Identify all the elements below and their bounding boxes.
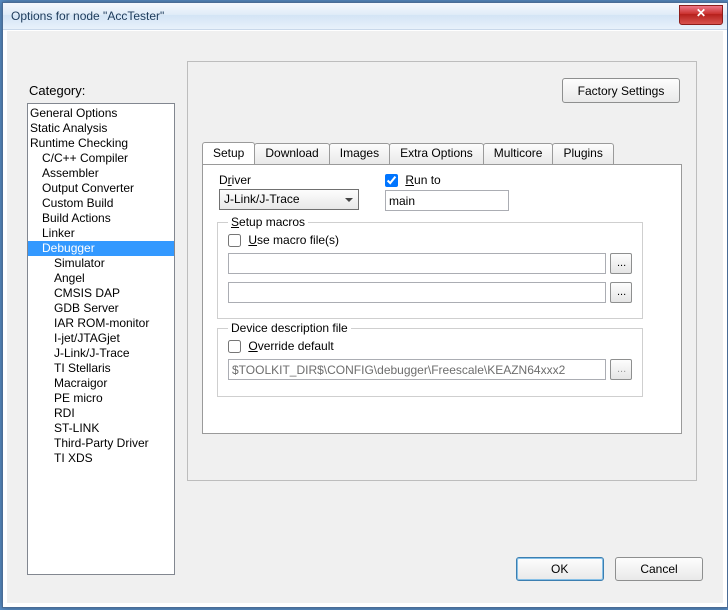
content: Category: General OptionsStatic Analysis… [23, 55, 707, 587]
category-item[interactable]: Macraigor [28, 376, 174, 391]
category-item[interactable]: Angel [28, 271, 174, 286]
category-item[interactable]: TI Stellaris [28, 361, 174, 376]
use-macro-label[interactable]: Use macro file(s) [248, 233, 339, 247]
ddf-fieldset: Device description file Override default… [217, 321, 643, 397]
category-item[interactable]: IAR ROM-monitor [28, 316, 174, 331]
dialog-buttons: OK Cancel [508, 557, 703, 581]
use-macro-checkbox[interactable] [228, 234, 241, 247]
driver-label: Driver [219, 173, 251, 187]
category-item[interactable]: C/C++ Compiler [28, 151, 174, 166]
macro-file-input-2[interactable] [228, 282, 606, 303]
category-item[interactable]: Output Converter [28, 181, 174, 196]
category-item[interactable]: Debugger [28, 241, 174, 256]
run-to-input[interactable] [385, 190, 509, 211]
tab-row: SetupDownloadImagesExtra OptionsMulticor… [202, 142, 682, 164]
tab-body-setup: Driver J-Link/J-Trace Run to [202, 164, 682, 434]
tab-images[interactable]: Images [329, 143, 390, 165]
category-item[interactable]: Static Analysis [28, 121, 174, 136]
category-item[interactable]: Runtime Checking [28, 136, 174, 151]
macro-file-input-1[interactable] [228, 253, 606, 274]
category-item[interactable]: Assembler [28, 166, 174, 181]
category-item[interactable]: Custom Build [28, 196, 174, 211]
category-item[interactable]: Third-Party Driver [28, 436, 174, 451]
tab-setup[interactable]: Setup [202, 142, 255, 164]
category-item[interactable]: ST-LINK [28, 421, 174, 436]
tab-extra-options[interactable]: Extra Options [389, 143, 484, 165]
category-item[interactable]: CMSIS DAP [28, 286, 174, 301]
macro-file-browse-2[interactable]: ... [610, 282, 632, 303]
tab-multicore[interactable]: Multicore [483, 143, 554, 165]
ddf-legend: Device description file [228, 321, 351, 335]
category-item[interactable]: I-jet/JTAGjet [28, 331, 174, 346]
category-item[interactable]: TI XDS [28, 451, 174, 466]
run-to-label[interactable]: Run to [405, 173, 440, 187]
run-to-checkbox[interactable] [385, 174, 398, 187]
ddf-path-input [228, 359, 606, 380]
category-list[interactable]: General OptionsStatic AnalysisRuntime Ch… [27, 103, 175, 575]
dialog-window: Options for node "AccTester" ✕ Category:… [2, 2, 728, 608]
window-title: Options for node "AccTester" [11, 9, 164, 23]
category-item[interactable]: Simulator [28, 256, 174, 271]
setup-macros-fieldset: Setup macros Use macro file(s) ... [217, 215, 643, 319]
tab-plugins[interactable]: Plugins [552, 143, 613, 165]
category-item[interactable]: Build Actions [28, 211, 174, 226]
category-item[interactable]: General Options [28, 106, 174, 121]
category-item[interactable]: Linker [28, 226, 174, 241]
client-area: Category: General OptionsStatic Analysis… [7, 31, 723, 603]
tabs: SetupDownloadImagesExtra OptionsMulticor… [202, 142, 682, 434]
macro-file-browse-1[interactable]: ... [610, 253, 632, 274]
category-item[interactable]: RDI [28, 406, 174, 421]
cancel-button[interactable]: Cancel [615, 557, 703, 581]
tab-download[interactable]: Download [254, 143, 329, 165]
category-item[interactable]: J-Link/J-Trace [28, 346, 174, 361]
driver-combo[interactable]: J-Link/J-Trace [219, 189, 359, 210]
factory-settings-button[interactable]: Factory Settings [562, 78, 680, 103]
ok-button[interactable]: OK [516, 557, 604, 581]
run-to-row: Run to [385, 173, 441, 187]
override-row: Override default [228, 339, 632, 353]
options-panel: Factory Settings SetupDownloadImagesExtr… [187, 61, 697, 481]
use-macro-row: Use macro file(s) [228, 233, 632, 247]
category-label: Category: [29, 83, 85, 98]
ddf-browse: ... [610, 359, 632, 380]
category-item[interactable]: GDB Server [28, 301, 174, 316]
override-default-checkbox[interactable] [228, 340, 241, 353]
override-default-label[interactable]: Override default [248, 339, 333, 353]
setup-macros-legend: Setup macros [228, 215, 308, 229]
close-button[interactable]: ✕ [679, 5, 723, 25]
titlebar: Options for node "AccTester" ✕ [3, 3, 727, 30]
category-item[interactable]: PE micro [28, 391, 174, 406]
